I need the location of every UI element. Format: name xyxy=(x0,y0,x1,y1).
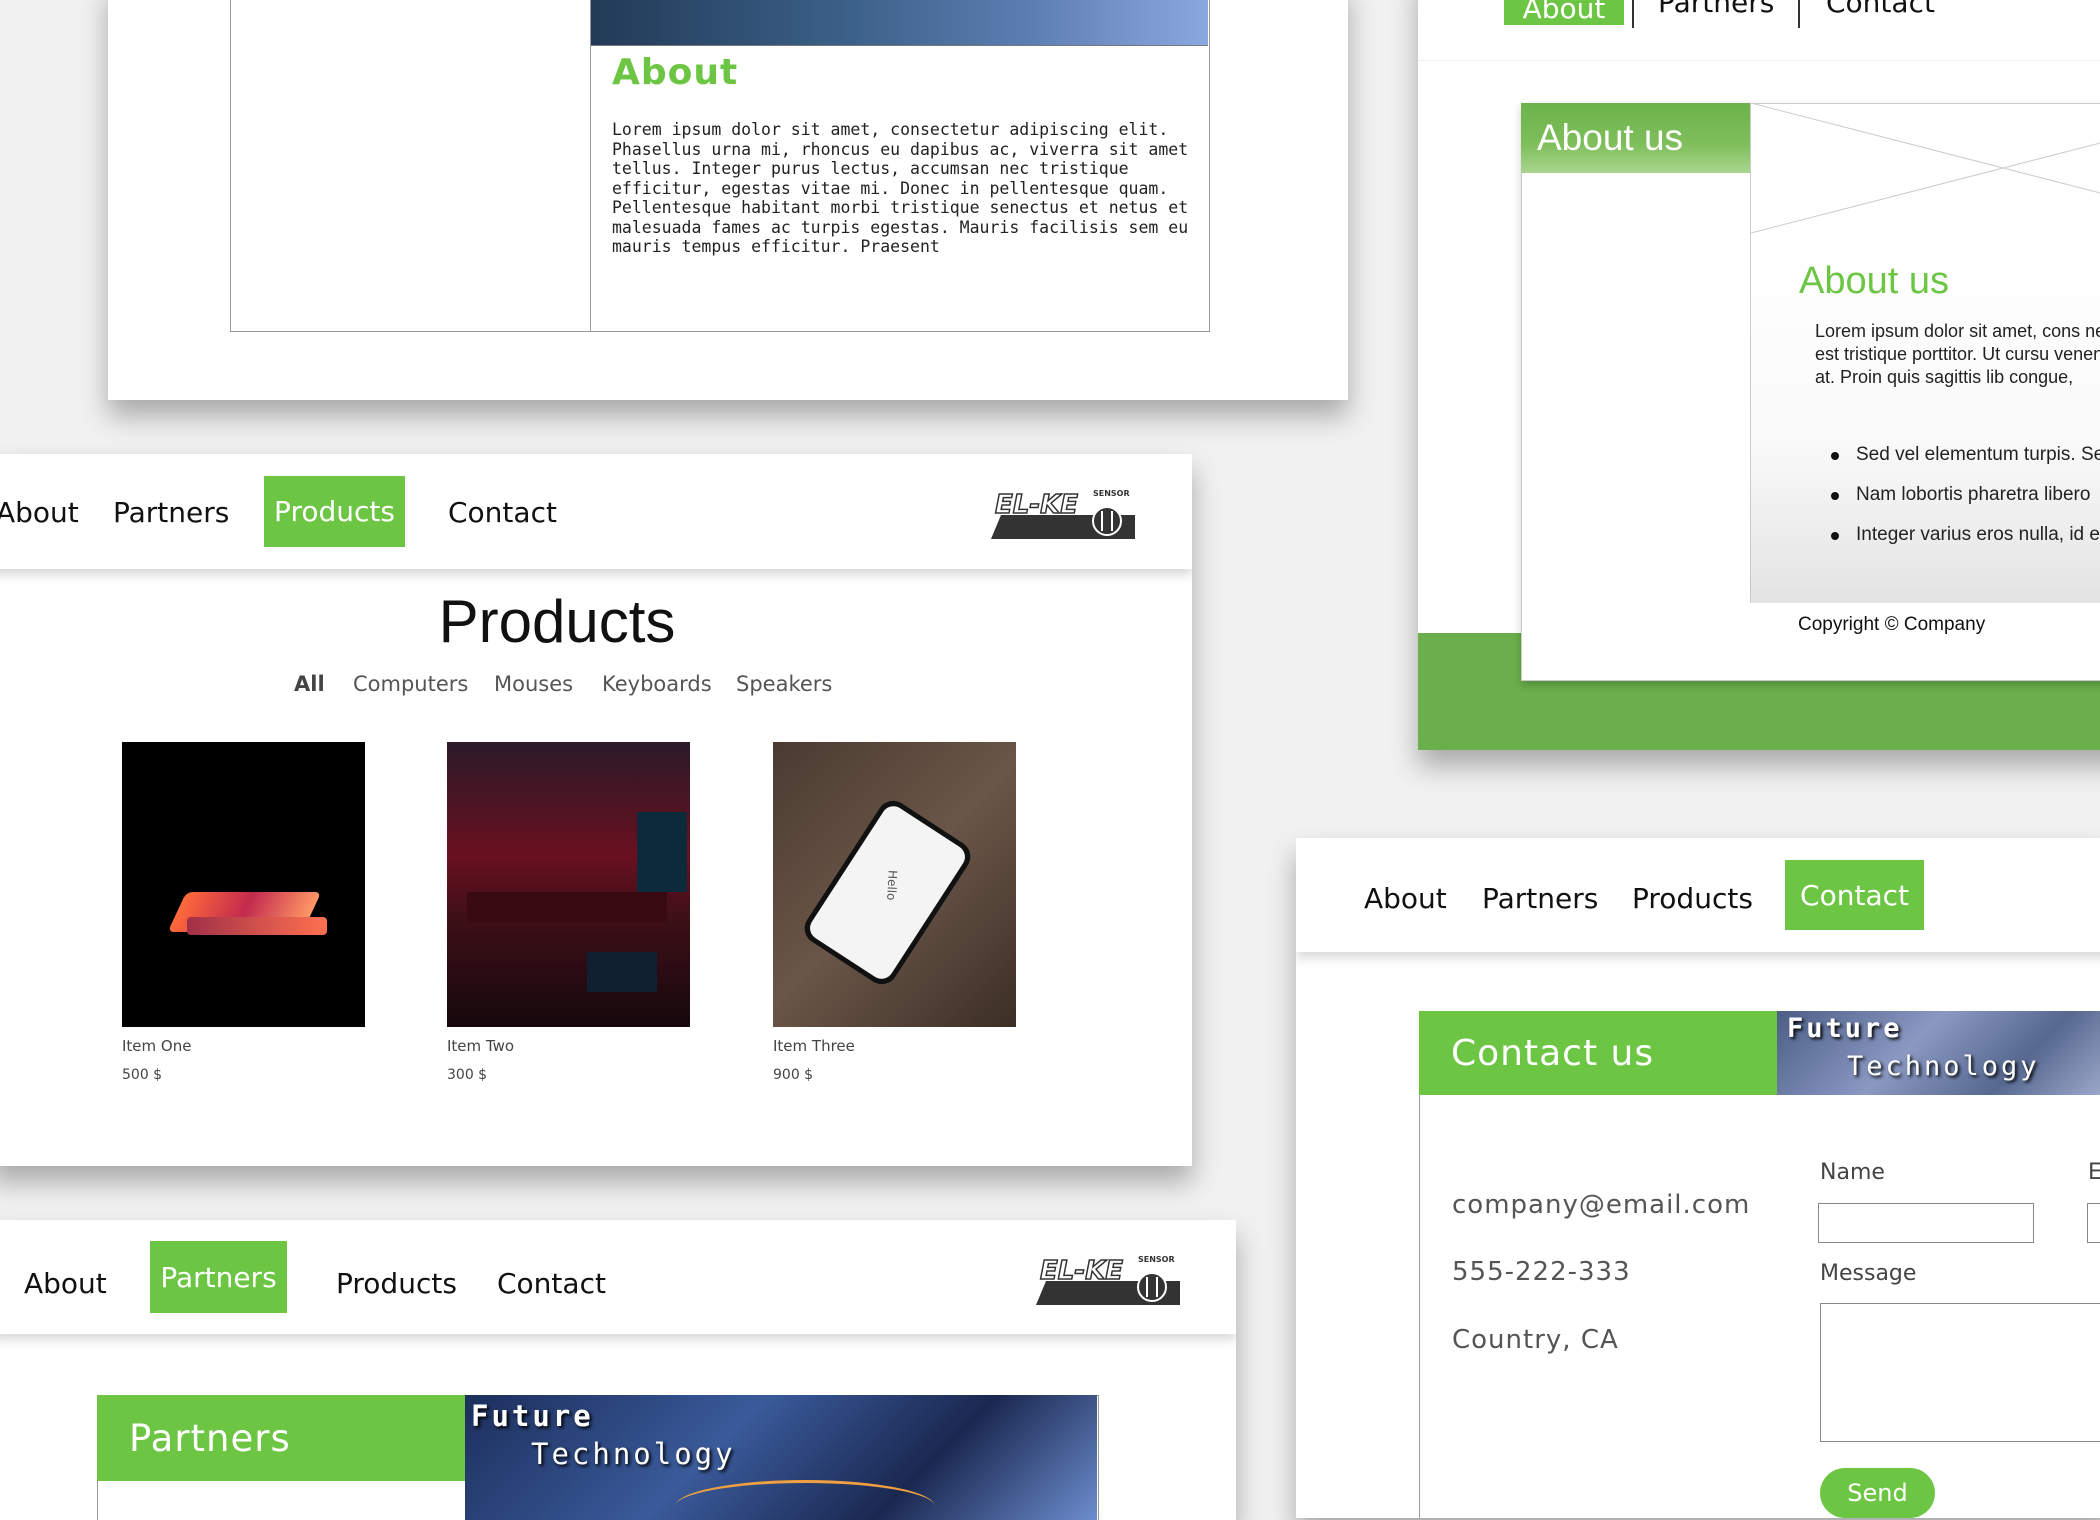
bullet-item: Nam lobortis pharetra libero xyxy=(1830,484,2091,505)
banner-line2: Technology xyxy=(1847,1051,2040,1082)
nav-separator xyxy=(1632,0,1634,28)
aboutus-sidebar-heading: About us xyxy=(1537,117,1684,158)
elke-logo[interactable]: EL-KE SENSOR xyxy=(983,487,1135,539)
nav-contact-active[interactable]: Contact xyxy=(1785,860,1924,930)
product-name: Item Three xyxy=(773,1037,855,1055)
navbar: About Partners Products Contact xyxy=(1296,838,2100,952)
product-item[interactable]: Hello Item Three 900 $ xyxy=(773,742,1016,1083)
future-technology-banner: Future Technology xyxy=(1777,1011,2100,1095)
nav-partners[interactable]: Partners xyxy=(113,496,229,529)
logo-text: EL-KE xyxy=(1040,1256,1123,1286)
email-label: E xyxy=(2088,1160,2100,1185)
name-label: Name xyxy=(1820,1160,1885,1185)
message-label: Message xyxy=(1820,1261,1917,1286)
filter-bar: All Computers Mouses Keyboards Speakers xyxy=(0,672,1124,702)
nav-contact[interactable]: Contact xyxy=(497,1267,606,1300)
nav-products-active[interactable]: Products xyxy=(264,476,405,547)
partners-card: About Partners Products Contact EL-KE SE… xyxy=(0,1220,1236,1520)
send-button[interactable]: Send xyxy=(1820,1468,1935,1518)
products-card: About Partners Products Contact EL-KE SE… xyxy=(0,454,1192,1166)
banner-line2: Technology xyxy=(531,1437,736,1471)
laptop-image[interactable] xyxy=(122,742,365,1027)
nav-partners[interactable]: Partners xyxy=(1658,0,1774,19)
nav-partners[interactable]: Partners xyxy=(1482,882,1598,915)
nav-products[interactable]: Products xyxy=(336,1267,457,1300)
logo-sub: SENSOR xyxy=(1093,489,1130,498)
product-name: Item Two xyxy=(447,1037,515,1055)
nav-about[interactable]: About xyxy=(0,496,79,529)
layout-divider xyxy=(590,0,591,331)
filter-speakers[interactable]: Speakers xyxy=(736,672,832,696)
image-placeholder xyxy=(1750,102,2100,234)
phone-screen-text: Hello xyxy=(884,869,900,901)
circuit-banner-image xyxy=(591,0,1208,46)
about-card: About Lorem ipsum dolor sit amet, consec… xyxy=(108,0,1348,400)
filter-all[interactable]: All xyxy=(294,672,325,696)
nav-partners-active[interactable]: Partners xyxy=(150,1241,287,1313)
elke-logo-svg: EL-KE SENSOR xyxy=(991,489,1135,539)
products-title: Products xyxy=(438,588,676,655)
bullet-item: Sed vel elementum turpis. Se xyxy=(1830,444,2100,466)
product-item[interactable]: Item Two 300 $ xyxy=(447,742,690,1083)
nav-about-active[interactable]: About xyxy=(1504,0,1624,25)
navbar: About Partners Products Contact EL-KE SE… xyxy=(0,1220,1236,1334)
elke-logo-svg: EL-KE SENSOR xyxy=(1036,1255,1180,1305)
footer-copyright: Copyright © Company xyxy=(1798,614,1986,635)
phone-image[interactable]: Hello xyxy=(773,742,1016,1027)
filter-mouses[interactable]: Mouses xyxy=(494,672,573,696)
aboutus-body: Lorem ipsum dolor sit amet, cons nec est… xyxy=(1815,321,2100,387)
banner-line1: Future xyxy=(471,1399,594,1433)
partners-heading: Partners xyxy=(129,1417,291,1460)
future-technology-banner: Future Technology xyxy=(465,1395,1097,1520)
partners-heading-box: Partners xyxy=(97,1395,465,1481)
aboutus-heading: About us xyxy=(1799,260,1949,302)
email-input[interactable] xyxy=(2087,1203,2100,1243)
filter-keyboards[interactable]: Keyboards xyxy=(602,672,712,696)
nav-products[interactable]: Products xyxy=(1632,882,1753,915)
filter-computers[interactable]: Computers xyxy=(353,672,468,696)
contact-phone: 555-222-333 xyxy=(1452,1257,1631,1287)
product-name: Item One xyxy=(122,1037,192,1055)
nav-about[interactable]: About xyxy=(1364,882,1447,915)
studio-image[interactable] xyxy=(447,742,690,1027)
contact-location: Country, CA xyxy=(1452,1325,1619,1355)
product-item[interactable]: Item One 500 $ xyxy=(122,742,365,1083)
product-price: 900 $ xyxy=(773,1067,814,1083)
nav-separator xyxy=(1798,0,1800,28)
banner-line1: Future xyxy=(1787,1013,1903,1044)
contact-heading-box: Contact us xyxy=(1419,1011,1777,1095)
navbar: About Partners Products Contact EL-KE SE… xyxy=(0,454,1192,569)
product-price: 500 $ xyxy=(122,1067,163,1083)
nav-contact[interactable]: Contact xyxy=(1826,0,1935,19)
about-body: Lorem ipsum dolor sit amet, consectetur … xyxy=(612,120,1189,256)
aboutus-sidebar-heading-box: About us xyxy=(1521,103,1750,173)
about-heading: About xyxy=(612,52,739,93)
nav-about[interactable]: About xyxy=(24,1267,107,1300)
logo-text: EL-KE xyxy=(995,490,1078,520)
contact-heading: Contact us xyxy=(1451,1033,1655,1074)
aboutus-card: About Partners Contact About us About us… xyxy=(1418,0,2100,750)
logo-sub: SENSOR xyxy=(1138,1255,1175,1264)
product-price: 300 $ xyxy=(447,1067,488,1083)
bullet-item: Integer varius eros nulla, id e xyxy=(1831,524,2100,545)
placeholder-cross xyxy=(1750,102,2100,234)
contact-email[interactable]: company@email.com xyxy=(1452,1190,1750,1220)
elke-logo[interactable]: EL-KE SENSOR xyxy=(1028,1253,1180,1305)
nav-contact[interactable]: Contact xyxy=(448,496,557,529)
name-input[interactable] xyxy=(1818,1203,2034,1243)
message-textarea[interactable] xyxy=(1820,1303,2100,1442)
navbar: About Partners Contact xyxy=(1418,0,2100,61)
contact-card: About Partners Products Contact Contact … xyxy=(1296,838,2100,1518)
